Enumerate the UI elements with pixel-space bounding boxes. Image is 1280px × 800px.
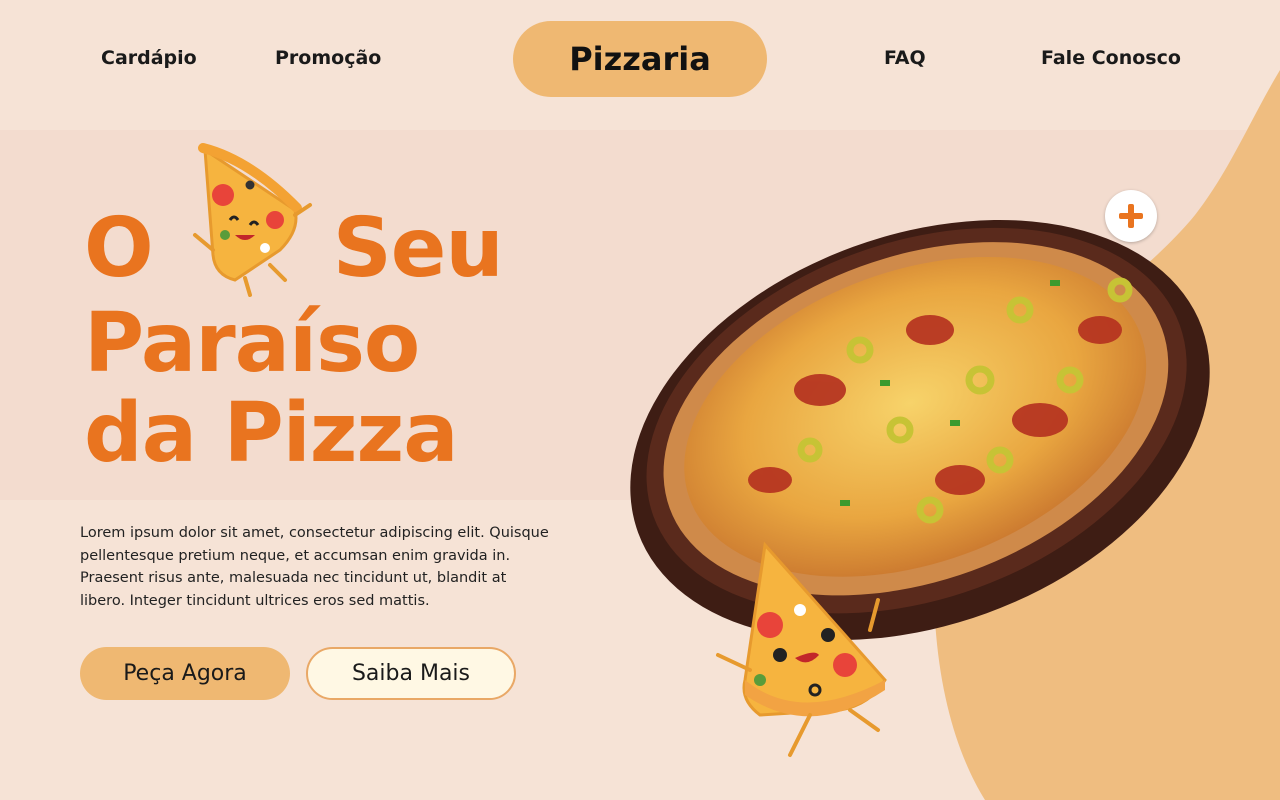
hero-description: Lorem ipsum dolor sit amet, consectetur … <box>80 525 549 609</box>
pizza-slice-mascot-icon <box>716 541 887 757</box>
headline-line-3: da Pizza <box>84 386 459 481</box>
headline-word-o: O <box>84 201 154 296</box>
nav-cardapio[interactable]: Cardápio <box>101 47 197 69</box>
headline-line-2: Paraíso <box>84 296 420 391</box>
brand-logo[interactable]: Pizzaria <box>513 21 767 97</box>
pizza-mascot-icon <box>193 143 312 297</box>
order-now-button[interactable]: Peça Agora <box>80 647 290 700</box>
pizza-in-pan-image <box>630 219 1210 641</box>
add-button[interactable] <box>1105 190 1157 242</box>
learn-more-button[interactable]: Saiba Mais <box>306 647 516 700</box>
nav-promocao[interactable]: Promoção <box>275 47 381 69</box>
nav-faq[interactable]: FAQ <box>884 47 926 69</box>
plus-icon <box>1119 204 1143 228</box>
headline-word-seu: Seu <box>332 201 504 296</box>
nav-fale-conosco[interactable]: Fale Conosco <box>1041 47 1181 69</box>
